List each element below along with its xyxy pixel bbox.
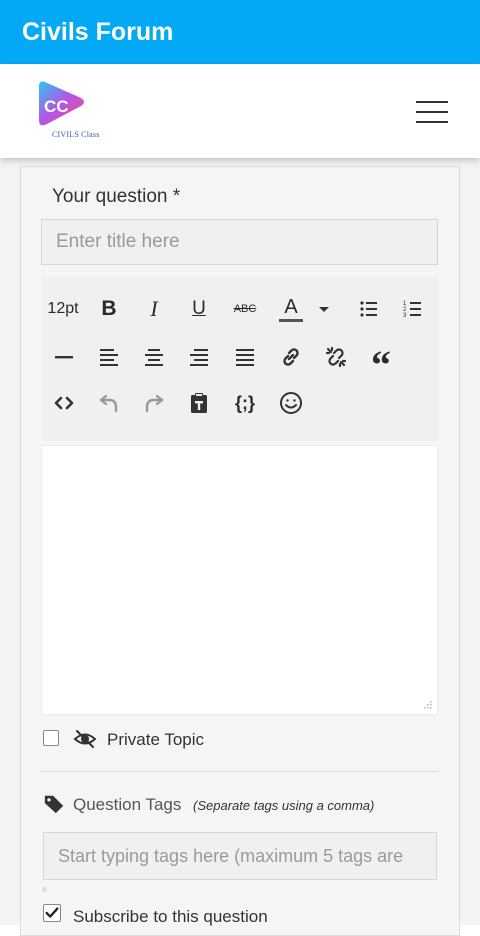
underline-button[interactable]: U <box>179 289 219 329</box>
brand-header: CC CIVILS Class <box>0 64 480 158</box>
editor-toolbar: 12pt B I U ABC A 1 2 3 “ {;} <box>41 277 438 441</box>
font-size-button[interactable]: 12pt <box>41 289 85 329</box>
undo-icon[interactable] <box>89 383 129 423</box>
logo-text: CIVILS Class <box>52 130 100 139</box>
paste-text-icon[interactable] <box>179 383 219 423</box>
horizontal-rule-icon[interactable] <box>44 337 84 377</box>
private-topic-checkbox[interactable] <box>43 730 59 746</box>
align-center-icon[interactable] <box>134 337 174 377</box>
numbered-list-icon[interactable]: 1 2 3 <box>393 289 433 329</box>
font-color-button[interactable]: A <box>271 289 311 329</box>
font-color-dropdown-icon[interactable] <box>309 289 339 329</box>
emoticons-icon[interactable] <box>271 383 311 423</box>
private-topic-label: Private Topic <box>107 730 205 749</box>
app-title: Civils Forum <box>22 17 174 46</box>
new-question-card: Your question * 12pt B I U ABC <box>20 166 460 936</box>
subscribe-row: Subscribe to this question <box>43 902 443 932</box>
title-input[interactable] <box>41 219 438 265</box>
unlink-icon[interactable] <box>316 337 356 377</box>
italic-button[interactable]: I <box>134 289 174 329</box>
align-justify-icon[interactable] <box>225 337 265 377</box>
align-left-icon[interactable] <box>89 337 129 377</box>
font-color-swatch <box>279 318 303 322</box>
bullet-list-icon[interactable] <box>349 289 389 329</box>
subscribe-checkbox[interactable] <box>43 904 61 922</box>
divider <box>41 771 438 772</box>
page-content: Your question * 12pt B I U ABC <box>0 158 480 936</box>
subscribe-label: Subscribe to this question <box>73 907 268 926</box>
decorative-dot <box>42 887 47 892</box>
question-tags-row: Question Tags (Separate tags using a com… <box>43 793 453 819</box>
link-icon[interactable] <box>271 337 311 377</box>
checkmark-icon <box>45 907 59 918</box>
question-label: Your question * <box>52 186 181 207</box>
tags-input[interactable] <box>43 832 437 880</box>
bold-button[interactable]: B <box>89 289 129 329</box>
source-code-icon[interactable] <box>44 383 84 423</box>
eye-slash-icon <box>73 727 99 751</box>
tag-icon <box>43 793 65 815</box>
tags-hint: (Separate tags using a comma) <box>193 798 375 813</box>
strikethrough-button[interactable]: ABC <box>225 289 265 329</box>
private-topic-row: Private Topic <box>43 727 443 757</box>
resize-grip-icon[interactable] <box>422 699 432 709</box>
editor-body[interactable] <box>41 445 438 715</box>
svg-text:CC: CC <box>44 97 69 116</box>
align-right-icon[interactable] <box>179 337 219 377</box>
menu-hamburger-icon[interactable] <box>412 97 452 127</box>
app-bar: Civils Forum <box>0 0 480 64</box>
svg-text:3: 3 <box>403 313 407 319</box>
blockquote-icon[interactable]: “ <box>361 337 401 387</box>
question-tags-label: Question Tags <box>73 795 182 814</box>
code-sample-button[interactable]: {;} <box>225 383 265 423</box>
redo-icon[interactable] <box>134 383 174 423</box>
